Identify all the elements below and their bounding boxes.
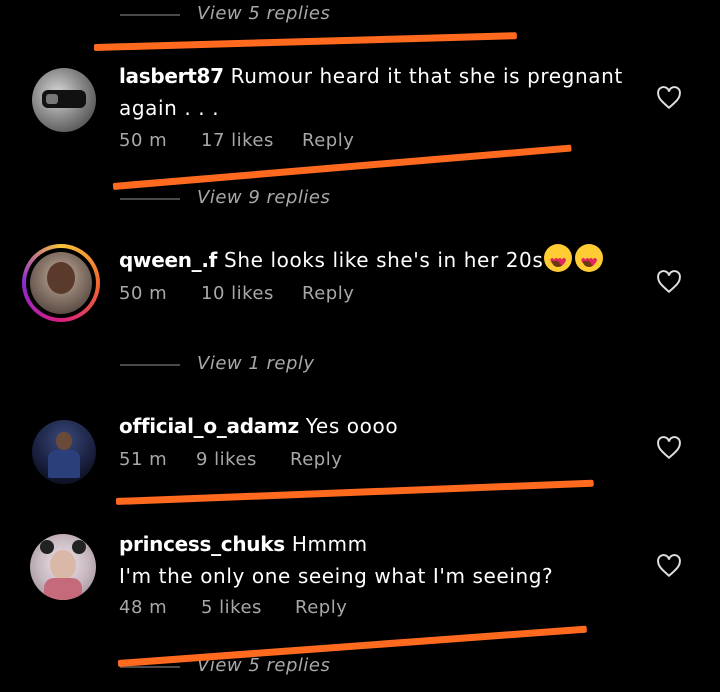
reply-button[interactable]: Reply — [302, 130, 354, 151]
avatar[interactable] — [32, 68, 96, 132]
comment-text: Hmmm — [291, 532, 368, 556]
reply-button[interactable]: Reply — [295, 597, 347, 618]
comment-likes[interactable]: 10 likes — [201, 283, 274, 304]
comment-body: lasbert87 Rumour heard it that she is pr… — [119, 60, 639, 124]
comment-time: 50 m — [119, 130, 168, 151]
comment-meta: 50 m 10 likes Reply — [119, 283, 419, 307]
heart-outline-icon[interactable] — [656, 554, 682, 578]
view-replies-line — [120, 364, 180, 366]
comment-username[interactable]: lasbert87 — [119, 64, 224, 88]
comment-time: 50 m — [119, 283, 168, 304]
comment-likes[interactable]: 9 likes — [196, 449, 257, 470]
view-replies-line — [120, 198, 180, 200]
comment-body: official_o_adamz Yes oooo — [119, 410, 639, 442]
comment-username[interactable]: qween_.f — [119, 248, 217, 272]
view-replies-link[interactable]: View 5 replies — [197, 3, 330, 24]
heart-outline-icon[interactable] — [656, 86, 682, 110]
view-replies-line — [120, 666, 180, 668]
comment-time: 48 m — [119, 597, 168, 618]
avatar[interactable] — [32, 420, 96, 484]
avatar[interactable] — [22, 244, 100, 322]
view-replies-line — [120, 14, 180, 16]
comment-likes[interactable]: 17 likes — [201, 130, 274, 151]
heart-outline-icon[interactable] — [656, 436, 682, 460]
comment-meta: 50 m 17 likes Reply — [119, 130, 419, 154]
comment-meta: 48 m 5 likes Reply — [119, 597, 419, 621]
heart-eyes-emoji-icon — [575, 244, 604, 279]
view-replies-link[interactable]: View 9 replies — [197, 187, 330, 208]
view-replies-link[interactable]: View 1 reply — [197, 353, 315, 374]
heart-eyes-emoji-icon — [544, 244, 573, 279]
comment-text: Yes oooo — [305, 414, 399, 438]
orange-underline-annotation — [117, 625, 587, 667]
reply-button[interactable]: Reply — [290, 449, 342, 470]
heart-outline-icon[interactable] — [656, 270, 682, 294]
comment-username[interactable]: official_o_adamz — [119, 414, 299, 438]
comment-time: 51 m — [119, 449, 168, 470]
comment-body: qween_.f She looks like she's in her 20s — [119, 244, 659, 279]
comment-body: princess_chuks Hmmm I'm the only one see… — [119, 528, 639, 592]
comment-meta: 51 m 9 likes Reply — [119, 449, 419, 473]
orange-underline-annotation — [115, 479, 594, 505]
comment-text-line2: I'm the only one seeing what I'm seeing? — [119, 564, 554, 588]
orange-underline-annotation — [93, 32, 517, 51]
avatar[interactable] — [30, 534, 96, 600]
comment-username[interactable]: princess_chuks — [119, 532, 285, 556]
comment-likes[interactable]: 5 likes — [201, 597, 262, 618]
reply-button[interactable]: Reply — [302, 283, 354, 304]
comment-text: She looks like she's in her 20s — [224, 248, 544, 272]
